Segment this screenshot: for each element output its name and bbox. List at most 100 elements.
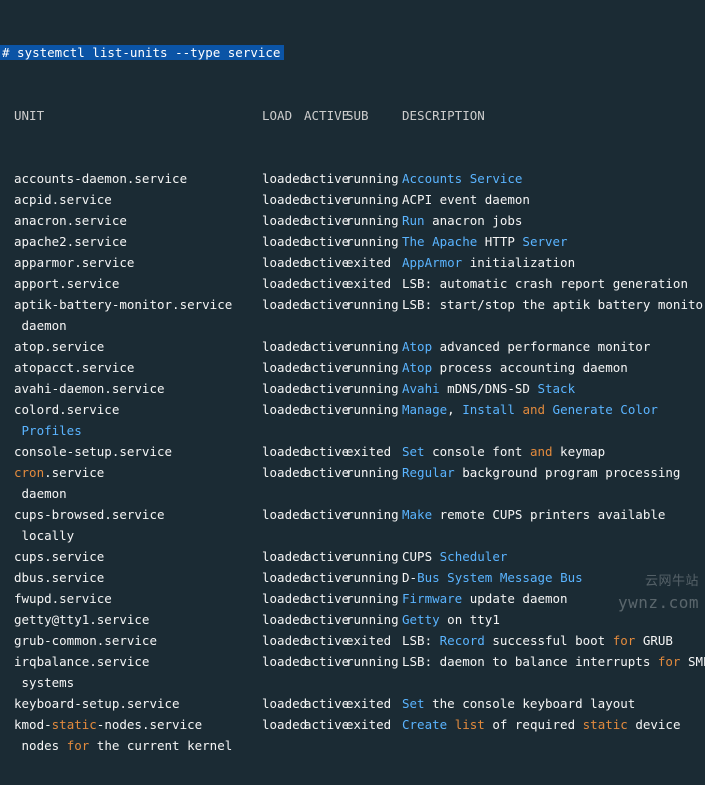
description: LSB: Record successful boot for GRUB (402, 633, 673, 648)
active: active (304, 504, 346, 525)
sub: running (346, 567, 402, 588)
description: AppArmor initialization (402, 255, 575, 270)
sub: exited (346, 714, 402, 735)
active: active (304, 336, 346, 357)
load: loaded (262, 336, 304, 357)
unit-name: fwupd.service (14, 588, 262, 609)
description-wrap: locally (0, 525, 705, 546)
unit-name: acpid.service (14, 189, 262, 210)
load: loaded (262, 231, 304, 252)
description: LSB: daemon to balance interrupts for SM… (402, 654, 705, 669)
description: LSB: start/stop the aptik battery monito… (402, 297, 705, 312)
unit-name: cups-browsed.service (14, 504, 262, 525)
load: loaded (262, 588, 304, 609)
active: active (304, 714, 346, 735)
description-wrap: Profiles (0, 420, 705, 441)
active: active (304, 441, 346, 462)
sub: running (346, 357, 402, 378)
sub: running (346, 546, 402, 567)
description: LSB: automatic crash report generation (402, 276, 688, 291)
service-row: apparmor.serviceloadedactiveexitedAppArm… (0, 252, 705, 273)
unit-name: cron.service (14, 462, 262, 483)
unit-name: dbus.service (14, 567, 262, 588)
load: loaded (262, 567, 304, 588)
service-row: apport.serviceloadedactiveexitedLSB: aut… (0, 273, 705, 294)
unit-name: keyboard-setup.service (14, 693, 262, 714)
active: active (304, 693, 346, 714)
load: loaded (262, 546, 304, 567)
sub: running (346, 504, 402, 525)
load: loaded (262, 252, 304, 273)
service-row: colord.serviceloadedactiverunningManage,… (0, 399, 705, 420)
description: Firmware update daemon (402, 591, 568, 606)
load: loaded (262, 294, 304, 315)
unit-name: apache2.service (14, 231, 262, 252)
service-row: cups.serviceloadedactiverunningCUPS Sche… (0, 546, 705, 567)
active: active (304, 252, 346, 273)
sub: exited (346, 441, 402, 462)
active: active (304, 630, 346, 651)
load: loaded (262, 693, 304, 714)
unit-name: kmod-static-nodes.service (14, 714, 262, 735)
unit-name: atop.service (14, 336, 262, 357)
description: D-Bus System Message Bus (402, 570, 583, 585)
load: loaded (262, 441, 304, 462)
service-row: accounts-daemon.serviceloadedactiverunni… (0, 168, 705, 189)
sub: running (346, 399, 402, 420)
service-row: atopacct.serviceloadedactiverunningAtop … (0, 357, 705, 378)
unit-name: console-setup.service (14, 441, 262, 462)
load: loaded (262, 630, 304, 651)
description: Avahi mDNS/DNS-SD Stack (402, 381, 575, 396)
sub: running (346, 588, 402, 609)
terminal-output[interactable]: # systemctl list-units --type service UN… (0, 0, 705, 785)
active: active (304, 546, 346, 567)
service-row: console-setup.serviceloadedactiveexitedS… (0, 441, 705, 462)
service-row: atop.serviceloadedactiverunningAtop adva… (0, 336, 705, 357)
sub: running (346, 651, 402, 672)
sub: running (346, 378, 402, 399)
sub: running (346, 189, 402, 210)
unit-name: accounts-daemon.service (14, 168, 262, 189)
active: active (304, 462, 346, 483)
service-row: apache2.serviceloadedactiverunningThe Ap… (0, 231, 705, 252)
description-wrap: daemon (0, 483, 705, 504)
load: loaded (262, 462, 304, 483)
description-wrap: nodes for the current kernel (0, 735, 705, 756)
unit-name: colord.service (14, 399, 262, 420)
command-line: # systemctl list-units --type service (0, 42, 705, 63)
load: loaded (262, 714, 304, 735)
service-row: acpid.serviceloadedactiverunningACPI eve… (0, 189, 705, 210)
active: active (304, 189, 346, 210)
description: Create list of required static device (402, 717, 680, 732)
sub: running (346, 462, 402, 483)
unit-name: apparmor.service (14, 252, 262, 273)
load: loaded (262, 273, 304, 294)
unit-name: avahi-daemon.service (14, 378, 262, 399)
service-row: kmod-static-nodes.serviceloadedactiveexi… (0, 714, 705, 735)
active: active (304, 378, 346, 399)
unit-name: atopacct.service (14, 357, 262, 378)
active: active (304, 399, 346, 420)
sub: exited (346, 693, 402, 714)
sub: running (346, 294, 402, 315)
service-row: cron.serviceloadedactiverunningRegular b… (0, 462, 705, 483)
service-row: anacron.serviceloadedactiverunningRun an… (0, 210, 705, 231)
description: Getty on tty1 (402, 612, 500, 627)
active: active (304, 210, 346, 231)
description: Set the console keyboard layout (402, 696, 635, 711)
active: active (304, 294, 346, 315)
description: Regular background program processing (402, 465, 680, 480)
load: loaded (262, 651, 304, 672)
description-wrap: systems (0, 672, 705, 693)
load: loaded (262, 504, 304, 525)
description: Set console font and keymap (402, 444, 605, 459)
unit-name: cups.service (14, 546, 262, 567)
sub: running (346, 231, 402, 252)
service-row: keyboard-setup.serviceloadedactiveexited… (0, 693, 705, 714)
active: active (304, 357, 346, 378)
service-row: avahi-daemon.serviceloadedactiverunningA… (0, 378, 705, 399)
load: loaded (262, 210, 304, 231)
active: active (304, 588, 346, 609)
load: loaded (262, 357, 304, 378)
unit-name: apport.service (14, 273, 262, 294)
